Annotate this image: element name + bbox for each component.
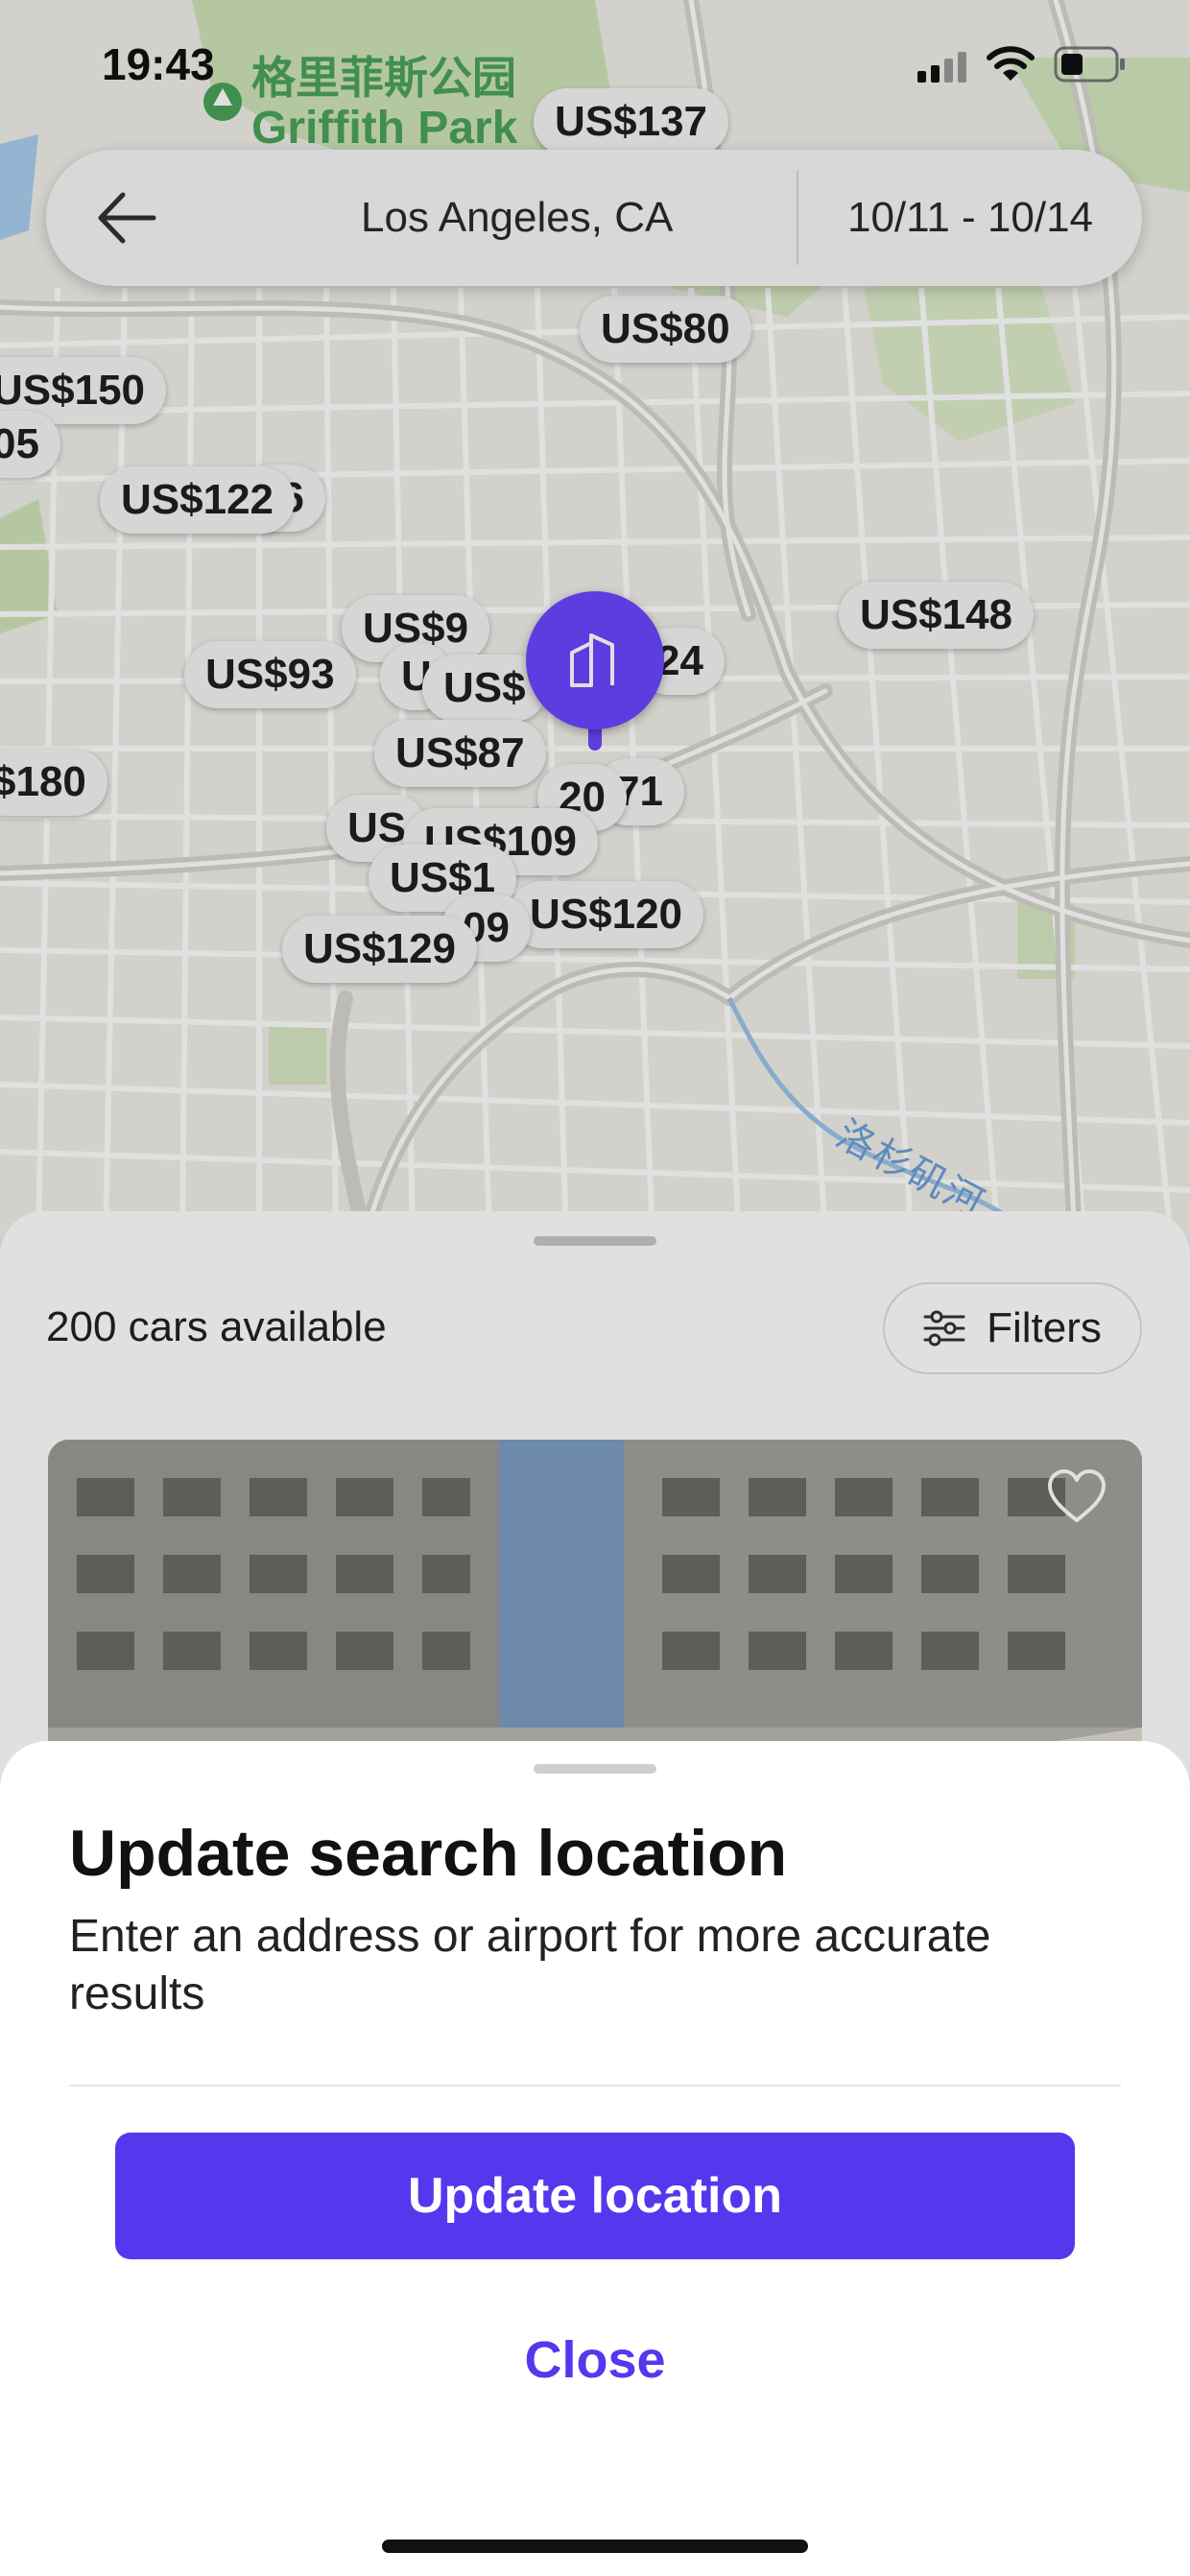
close-button[interactable]: Close <box>403 2307 787 2413</box>
modal-title: Update search location <box>69 1817 788 1890</box>
home-indicator[interactable] <box>382 2540 808 2553</box>
update-location-modal: Update search location Enter an address … <box>0 1741 1190 2576</box>
update-location-button[interactable]: Update location <box>115 2133 1075 2259</box>
modal-divider <box>69 2085 1121 2087</box>
modal-grabber[interactable] <box>534 1764 656 1774</box>
modal-description: Enter an address or airport for more acc… <box>69 1911 991 2019</box>
